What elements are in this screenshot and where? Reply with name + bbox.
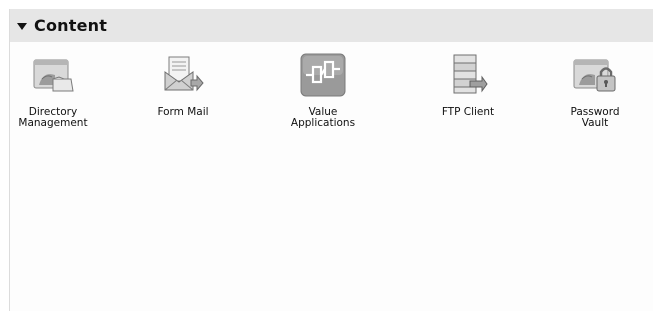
- collapse-triangle-icon[interactable]: [17, 22, 27, 30]
- item-label: Form Mail: [157, 106, 209, 118]
- content-section-header[interactable]: Content: [10, 9, 653, 42]
- item-password-vault[interactable]: Password Vault: [540, 51, 650, 129]
- value-applications-icon[interactable]: [298, 51, 348, 99]
- item-directory-management[interactable]: Directory Management: [0, 51, 108, 129]
- section-title: Content: [34, 16, 108, 35]
- item-label: FTP Client: [441, 106, 495, 118]
- content-items: Directory Management Form Mail Value App…: [10, 51, 653, 151]
- item-label: Directory Management: [18, 106, 88, 129]
- ftp-client-icon[interactable]: [443, 51, 493, 99]
- item-form-mail[interactable]: Form Mail: [128, 51, 238, 118]
- item-value-applications[interactable]: Value Applications: [268, 51, 378, 129]
- item-label: Value Applications: [290, 106, 356, 129]
- password-vault-icon[interactable]: [570, 51, 620, 99]
- directory-management-icon[interactable]: [28, 51, 78, 99]
- content-panel: Content Directory Management Form Mail V…: [9, 9, 653, 311]
- form-mail-icon[interactable]: [158, 51, 208, 99]
- item-ftp-client[interactable]: FTP Client: [413, 51, 523, 118]
- item-label: Password Vault: [570, 106, 620, 129]
